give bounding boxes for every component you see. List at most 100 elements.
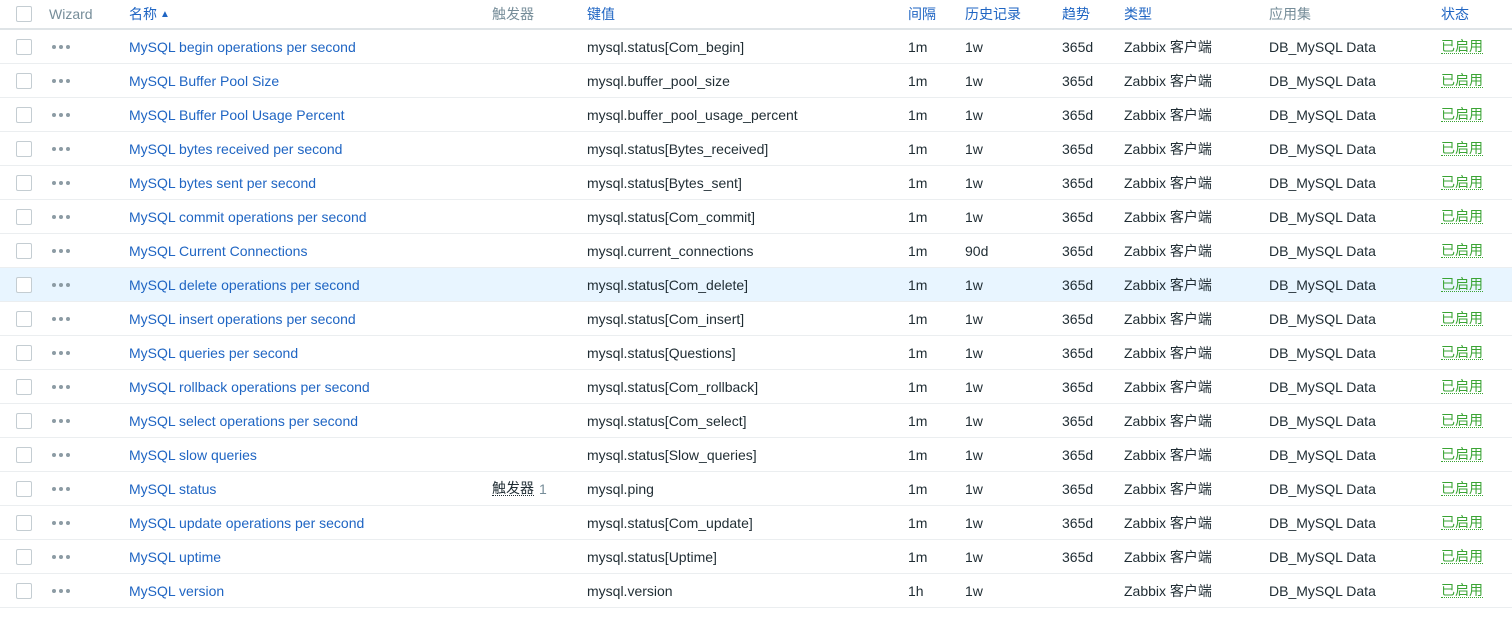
- item-name-link[interactable]: MySQL begin operations per second: [129, 30, 356, 63]
- row-select-cell: [16, 132, 32, 165]
- item-name-link[interactable]: MySQL select operations per second: [129, 404, 358, 437]
- item-history: 1w: [965, 72, 983, 89]
- item-name-link[interactable]: MySQL slow queries: [129, 438, 257, 471]
- row-checkbox[interactable]: [16, 412, 32, 429]
- row-wizard-menu[interactable]: [52, 540, 70, 573]
- row-checkbox[interactable]: [16, 378, 32, 395]
- row-wizard-menu[interactable]: [52, 506, 70, 539]
- item-trends: 365d: [1062, 378, 1094, 395]
- item-status-toggle[interactable]: 已启用: [1441, 515, 1483, 530]
- header-key-sort[interactable]: 键值: [587, 0, 615, 28]
- row-checkbox[interactable]: [16, 582, 32, 599]
- item-name-link[interactable]: MySQL status: [129, 472, 216, 505]
- row-checkbox[interactable]: [16, 514, 32, 531]
- item-trends: 365d: [1062, 140, 1094, 157]
- row-wizard-menu[interactable]: [52, 574, 70, 607]
- item-status-toggle[interactable]: 已启用: [1441, 243, 1483, 258]
- item-key: mysql.status[Com_begin]: [587, 38, 745, 55]
- item-status-toggle[interactable]: 已启用: [1441, 413, 1483, 428]
- row-wizard-menu[interactable]: [52, 64, 70, 97]
- item-key: mysql.status[Questions]: [587, 344, 736, 361]
- item-name-link[interactable]: MySQL Buffer Pool Size: [129, 64, 279, 97]
- item-interval: 1m: [908, 310, 928, 327]
- row-checkbox[interactable]: [16, 38, 32, 55]
- row-wizard-menu[interactable]: [52, 404, 70, 437]
- triggers-count: 1: [539, 480, 547, 497]
- item-status-toggle[interactable]: 已启用: [1441, 175, 1483, 190]
- item-name-link[interactable]: MySQL update operations per second: [129, 506, 364, 539]
- item-status-toggle[interactable]: 已启用: [1441, 209, 1483, 224]
- table-row: MySQL select operations per second mysql…: [0, 404, 1512, 438]
- header-name-sort[interactable]: 名称 ▲: [129, 0, 170, 28]
- row-wizard-menu[interactable]: [52, 438, 70, 471]
- row-checkbox[interactable]: [16, 276, 32, 293]
- item-status-toggle[interactable]: 已启用: [1441, 447, 1483, 462]
- row-checkbox[interactable]: [16, 174, 32, 191]
- row-wizard-menu[interactable]: [52, 98, 70, 131]
- header-history-sort[interactable]: 历史记录: [965, 0, 1021, 28]
- status-cell: 已启用: [1441, 506, 1483, 539]
- row-checkbox[interactable]: [16, 446, 32, 463]
- item-status-toggle[interactable]: 已启用: [1441, 549, 1483, 564]
- item-status-toggle[interactable]: 已启用: [1441, 481, 1483, 496]
- item-name-link[interactable]: MySQL uptime: [129, 540, 221, 573]
- header-trends-sort[interactable]: 趋势: [1062, 0, 1090, 28]
- item-key: mysql.status[Com_update]: [587, 514, 753, 531]
- item-trends: 365d: [1062, 174, 1094, 191]
- item-name-link[interactable]: MySQL bytes sent per second: [129, 166, 316, 199]
- item-type: Zabbix 客户端: [1124, 514, 1212, 531]
- row-wizard-menu[interactable]: [52, 268, 70, 301]
- item-name-link[interactable]: MySQL insert operations per second: [129, 302, 356, 335]
- row-checkbox[interactable]: [16, 310, 32, 327]
- row-checkbox[interactable]: [16, 106, 32, 123]
- row-wizard-menu[interactable]: [52, 200, 70, 233]
- item-name-link[interactable]: MySQL version: [129, 574, 224, 607]
- row-wizard-menu[interactable]: [52, 132, 70, 165]
- item-name-link[interactable]: MySQL rollback operations per second: [129, 370, 370, 403]
- more-dots-icon: [52, 384, 70, 389]
- status-cell: 已启用: [1441, 404, 1483, 437]
- row-wizard-menu[interactable]: [52, 472, 70, 505]
- item-interval: 1m: [908, 378, 928, 395]
- item-trends: 365d: [1062, 208, 1094, 225]
- item-status-toggle[interactable]: 已启用: [1441, 39, 1483, 54]
- item-interval: 1m: [908, 38, 928, 55]
- item-status-toggle[interactable]: 已启用: [1441, 141, 1483, 156]
- row-wizard-menu[interactable]: [52, 166, 70, 199]
- row-checkbox[interactable]: [16, 480, 32, 497]
- header-status-sort[interactable]: 状态: [1441, 0, 1469, 28]
- header-application: 应用集: [1269, 6, 1311, 22]
- row-checkbox[interactable]: [16, 548, 32, 565]
- item-status-toggle[interactable]: 已启用: [1441, 73, 1483, 88]
- row-wizard-menu[interactable]: [52, 302, 70, 335]
- row-wizard-menu[interactable]: [52, 336, 70, 369]
- item-name-link[interactable]: MySQL Current Connections: [129, 234, 307, 267]
- row-wizard-menu[interactable]: [52, 370, 70, 403]
- header-type-sort[interactable]: 类型: [1124, 0, 1152, 28]
- item-status-toggle[interactable]: 已启用: [1441, 107, 1483, 122]
- item-type: Zabbix 客户端: [1124, 548, 1212, 565]
- row-checkbox[interactable]: [16, 72, 32, 89]
- item-name-link[interactable]: MySQL bytes received per second: [129, 132, 342, 165]
- row-checkbox[interactable]: [16, 242, 32, 259]
- item-name-link[interactable]: MySQL delete operations per second: [129, 268, 360, 301]
- row-wizard-menu[interactable]: [52, 234, 70, 267]
- item-status-toggle[interactable]: 已启用: [1441, 379, 1483, 394]
- item-status-toggle[interactable]: 已启用: [1441, 345, 1483, 360]
- item-status-toggle[interactable]: 已启用: [1441, 583, 1483, 598]
- item-status-toggle[interactable]: 已启用: [1441, 277, 1483, 292]
- row-checkbox[interactable]: [16, 140, 32, 157]
- triggers-link[interactable]: 触发器: [492, 481, 534, 496]
- more-dots-icon: [52, 282, 70, 287]
- row-wizard-menu[interactable]: [52, 30, 70, 63]
- row-checkbox[interactable]: [16, 208, 32, 225]
- header-interval-sort[interactable]: 间隔: [908, 0, 936, 28]
- item-trends: 365d: [1062, 72, 1094, 89]
- item-status-toggle[interactable]: 已启用: [1441, 311, 1483, 326]
- item-name-link[interactable]: MySQL Buffer Pool Usage Percent: [129, 98, 345, 131]
- item-name-link[interactable]: MySQL queries per second: [129, 336, 298, 369]
- triggers-cell: [492, 370, 497, 403]
- item-name-link[interactable]: MySQL commit operations per second: [129, 200, 367, 233]
- select-all-checkbox[interactable]: [16, 6, 32, 22]
- row-checkbox[interactable]: [16, 344, 32, 361]
